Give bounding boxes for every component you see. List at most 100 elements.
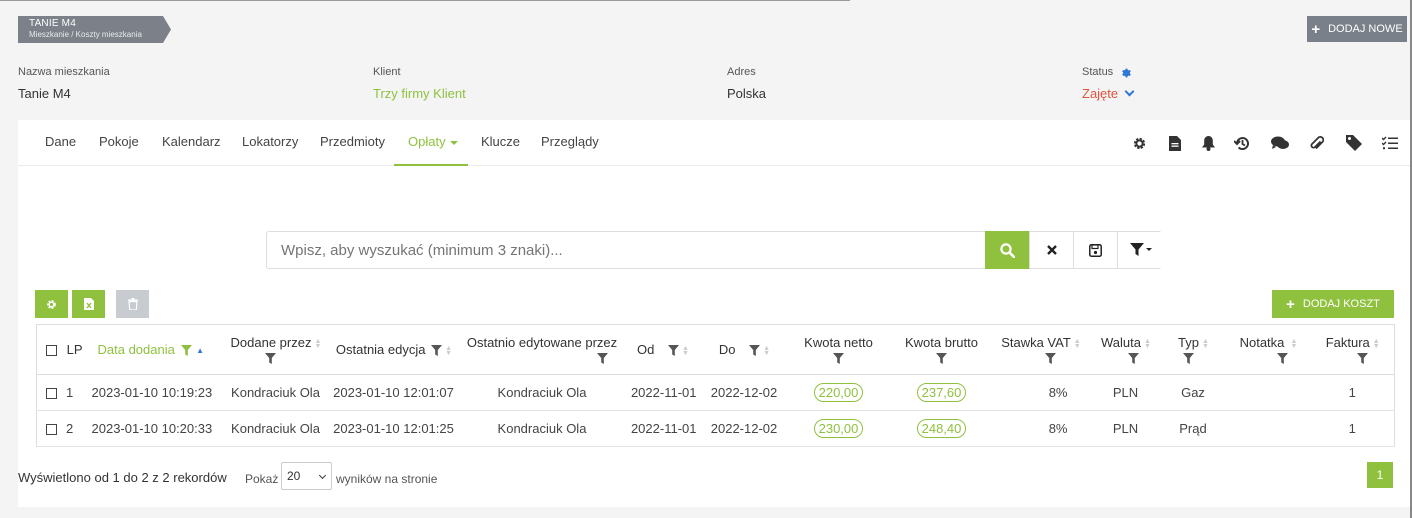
client-link[interactable]: Trzy firmy Klient (373, 86, 466, 101)
tag-icon[interactable] (1344, 133, 1364, 153)
cell-invoice[interactable]: 1 (1310, 410, 1395, 447)
header-added-by[interactable]: Dodane przez ▲ ▼ (223, 324, 328, 375)
cell-to: 2022-12-02 (700, 410, 788, 447)
document-icon[interactable] (1165, 133, 1185, 153)
cell-invoice[interactable]: 1 (1310, 374, 1395, 411)
cell-edited-by[interactable]: Kondraciuk Ola (459, 374, 625, 411)
excel-file-icon (83, 298, 94, 310)
cell-vat-rate: 8% (993, 374, 1088, 411)
header-type[interactable]: Typ ▲ ▼ (1163, 324, 1223, 375)
paperclip-icon[interactable] (1307, 133, 1327, 153)
filter-dropdown-button[interactable] (1117, 232, 1163, 268)
cell-added-by[interactable]: Kondraciuk Ola (223, 374, 328, 411)
cell-gross-amount: 248,40 (889, 410, 994, 447)
delete-button[interactable] (116, 290, 149, 318)
search-input[interactable] (267, 232, 985, 268)
row-checkbox[interactable] (46, 388, 57, 400)
tab-przeglady[interactable]: Przeglądy (541, 134, 599, 149)
tab-pokoje[interactable]: Pokoje (99, 134, 139, 149)
tab-przedmioty[interactable]: Przedmioty (320, 134, 385, 149)
cell-lp: 1 (36, 374, 86, 411)
filter-active-icon[interactable] (181, 345, 193, 357)
tasks-icon[interactable] (1380, 133, 1400, 153)
comments-icon[interactable] (1270, 133, 1290, 153)
cell-vat-rate: 8% (993, 410, 1088, 447)
search-bar (266, 231, 1163, 269)
history-icon[interactable] (1232, 133, 1252, 153)
cell-to: 2022-12-02 (700, 374, 788, 411)
filter-icon[interactable] (833, 353, 844, 364)
header-currency[interactable]: Waluta ▲ ▼ (1087, 324, 1164, 375)
filter-icon[interactable] (667, 345, 679, 357)
address-field: Adres Polska (727, 66, 766, 101)
filter-icon[interactable] (1183, 353, 1194, 364)
tab-dane[interactable]: Dane (45, 134, 76, 149)
breadcrumb-path: Mieszkanie / Koszty mieszkania (29, 30, 142, 39)
cell-last-edit: 2023-01-10 12:01:07 (327, 374, 460, 411)
breadcrumb[interactable]: TANIE M4 Mieszkanie / Koszty mieszkania (18, 16, 171, 43)
header-note[interactable]: Notatka ▲ ▼ (1222, 324, 1311, 375)
tab-kalendarz[interactable]: Kalendarz (162, 134, 221, 149)
add-new-label: DODAJ NOWE (1328, 23, 1403, 35)
per-page-label: wyników na stronie (336, 472, 438, 486)
plus-icon: + (1286, 295, 1295, 313)
table-row[interactable]: 1 2023-01-10 10:19:23 Kondraciuk Ola 202… (36, 374, 1395, 411)
export-excel-button[interactable] (72, 290, 105, 318)
records-summary: Wyświetlono od 1 do 2 z 2 rekordów (18, 470, 227, 485)
save-search-button[interactable] (1073, 232, 1117, 268)
filter-icon[interactable] (1045, 353, 1057, 364)
cell-net-amount: 220,00 (787, 374, 890, 411)
net-amount-badge: 220,00 (813, 383, 864, 402)
cell-from: 2022-11-01 (624, 374, 701, 411)
active-tab-underline (394, 164, 468, 166)
filter-icon[interactable] (596, 353, 608, 364)
address-label: Adres (727, 66, 756, 78)
row-lp: 2 (66, 421, 74, 436)
gear-icon (47, 299, 56, 309)
status-settings-gear-icon[interactable] (1121, 67, 1132, 78)
select-all-checkbox[interactable] (46, 345, 57, 357)
row-checkbox[interactable] (46, 424, 57, 436)
filter-icon[interactable] (265, 353, 277, 364)
tab-lokatorzy[interactable]: Lokatorzy (242, 134, 298, 149)
filter-icon[interactable] (1276, 353, 1288, 364)
header-vat-rate[interactable]: Stawka VAT ▲ ▼ (993, 324, 1088, 375)
plus-icon: + (1311, 20, 1321, 38)
filter-icon[interactable] (749, 345, 761, 357)
tab-klucze[interactable]: Klucze (481, 134, 520, 149)
filter-icon[interactable] (1128, 353, 1140, 364)
header-from[interactable]: Od ▲ ▼ (624, 324, 701, 375)
header-gross-amount[interactable]: Kwota brutto (889, 324, 994, 375)
search-button[interactable] (985, 231, 1029, 269)
header-edited-by[interactable]: Ostatnio edytowane przez (459, 324, 625, 375)
status-dropdown[interactable]: Zajęte (1082, 86, 1135, 101)
header-invoice[interactable]: Faktura ▲ ▼ (1310, 324, 1395, 375)
header-date-added[interactable]: Data dodania ▲ (85, 324, 224, 375)
search-icon (999, 242, 1015, 258)
cell-edited-by[interactable]: Kondraciuk Ola (459, 410, 625, 447)
client-field: Klient Trzy firmy Klient (373, 66, 466, 101)
add-cost-button[interactable]: + DODAJ KOSZT (1272, 290, 1394, 318)
add-new-button[interactable]: + DODAJ NOWE (1307, 16, 1407, 42)
table-row[interactable]: 2 2023-01-10 10:20:33 Kondraciuk Ola 202… (36, 410, 1395, 447)
clear-search-button[interactable] (1029, 232, 1073, 268)
cell-added-by[interactable]: Kondraciuk Ola (223, 410, 328, 447)
filter-icon[interactable] (936, 353, 947, 364)
filter-icon (1129, 243, 1152, 256)
filter-icon[interactable] (431, 345, 443, 357)
page-size-select[interactable]: 20 (281, 462, 332, 490)
page-button-1[interactable]: 1 (1367, 462, 1393, 488)
bell-icon[interactable] (1198, 133, 1218, 153)
gear-icon[interactable] (1129, 133, 1149, 153)
header-to[interactable]: Do ▲ ▼ (700, 324, 788, 375)
filter-icon[interactable] (1357, 353, 1369, 364)
status-field: Status Zajęte (1082, 66, 1135, 101)
column-settings-button[interactable] (35, 290, 68, 318)
header-last-edit[interactable]: Ostatnia edycja ▲ ▼ (327, 324, 460, 375)
header-lp: LP (36, 324, 86, 375)
close-icon (1046, 245, 1057, 255)
cell-note (1222, 374, 1311, 411)
header-net-amount[interactable]: Kwota netto (787, 324, 890, 375)
tab-oplaty[interactable]: Opłaty (408, 134, 458, 149)
header-note-label: Notatka (1239, 335, 1285, 350)
